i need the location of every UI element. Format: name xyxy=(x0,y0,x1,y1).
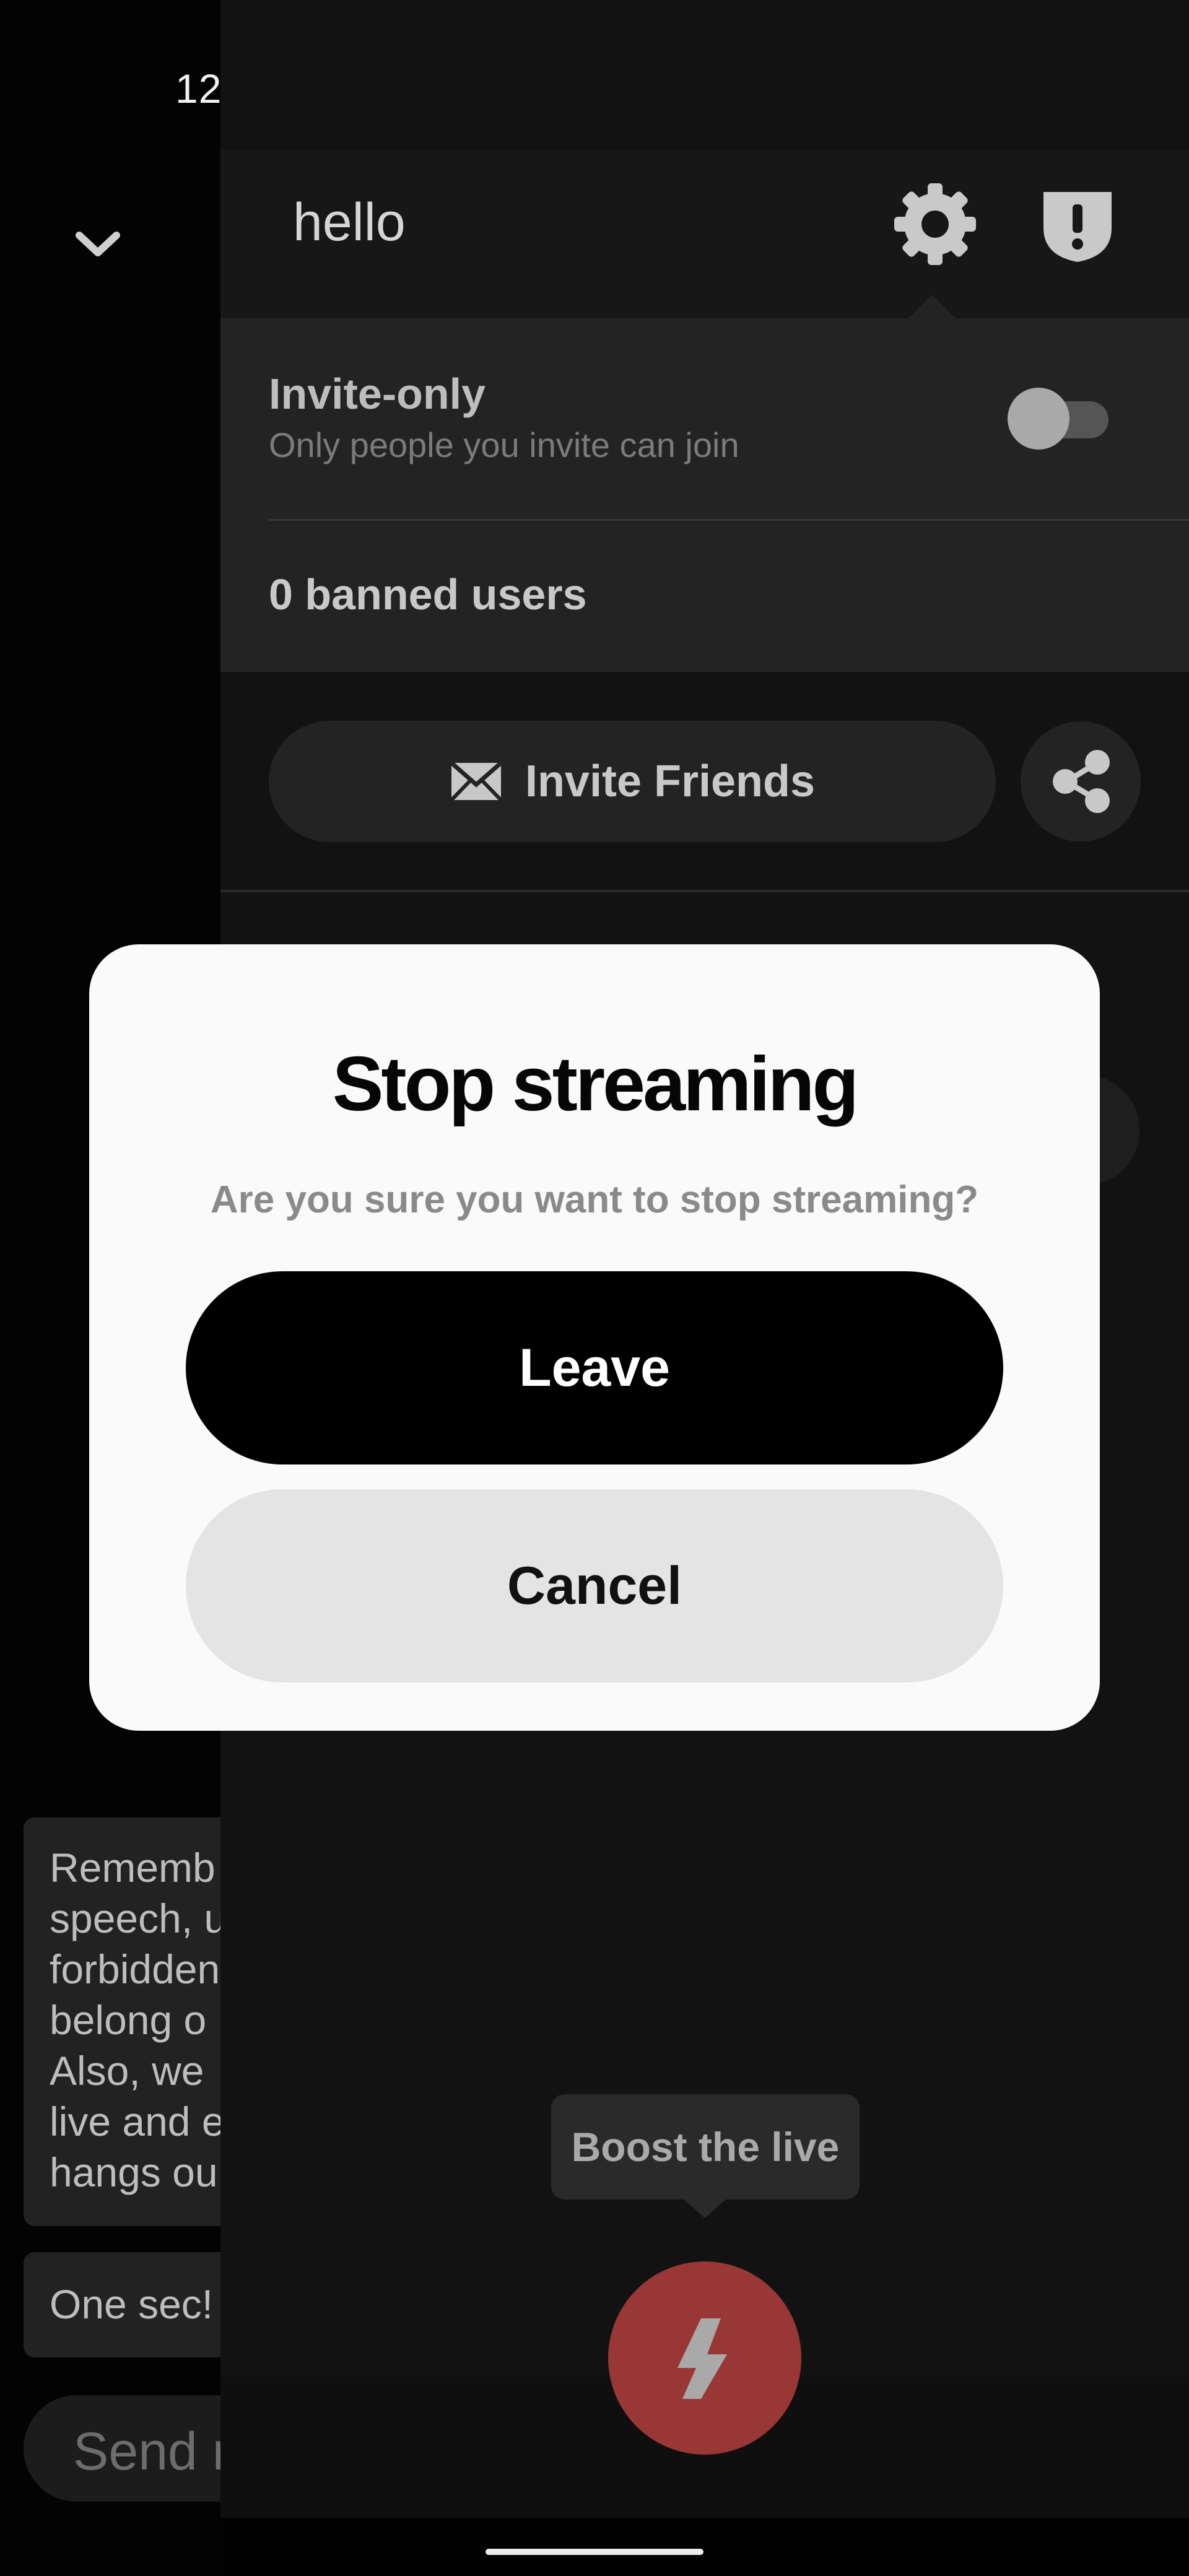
chat-rules-text: Rememb speech, u forbidden belong o Also… xyxy=(50,1845,220,2195)
invite-only-title: Invite-only xyxy=(269,370,486,418)
leave-button-label: Leave xyxy=(519,1338,670,1398)
cancel-button-label: Cancel xyxy=(507,1556,682,1616)
lightning-icon xyxy=(677,2318,727,2399)
home-indicator[interactable] xyxy=(486,2549,703,2555)
dialog-title: Stop streaming xyxy=(332,1042,860,1127)
boost-tooltip-label: Boost the live xyxy=(571,2124,840,2170)
boost-button[interactable] xyxy=(608,2261,801,2455)
cancel-button[interactable]: Cancel xyxy=(186,1489,1003,1682)
invite-only-subtitle: Only people you invite can join xyxy=(269,425,739,464)
invite-friends-button[interactable]: Invite Friends xyxy=(269,721,996,842)
share-icon xyxy=(1053,750,1110,813)
invite-only-toggle-knob[interactable] xyxy=(1008,388,1069,450)
card-divider xyxy=(269,519,1189,521)
share-button[interactable] xyxy=(1021,721,1141,842)
boost-tooltip-caret xyxy=(684,2200,726,2218)
gear-icon[interactable] xyxy=(892,181,978,268)
chat-message-text: One sec! xyxy=(50,2281,214,2327)
invite-friends-label: Invite Friends xyxy=(525,757,816,806)
envelope-icon xyxy=(450,761,503,802)
panel-divider xyxy=(220,890,1189,892)
banned-users-link[interactable]: 0 banned users xyxy=(269,570,587,619)
boost-tooltip: Boost the live xyxy=(551,2094,860,2200)
shield-alert-icon[interactable] xyxy=(1037,185,1118,265)
card-caret xyxy=(907,295,957,320)
room-title: hello xyxy=(293,193,406,252)
dialog-message: Are you sure you want to stop streaming? xyxy=(210,1178,979,1221)
chevron-down-icon[interactable] xyxy=(73,229,123,260)
leave-button[interactable]: Leave xyxy=(186,1271,1003,1464)
send-message-placeholder: Send m xyxy=(73,2422,220,2481)
